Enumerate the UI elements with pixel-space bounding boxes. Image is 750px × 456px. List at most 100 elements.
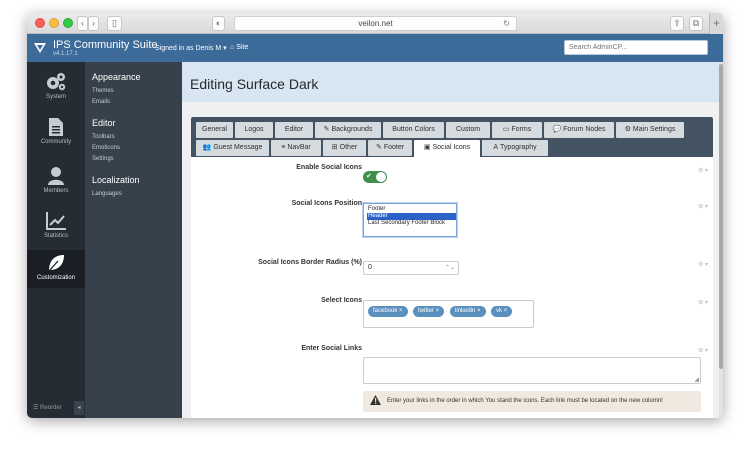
tag-twitter[interactable]: twitter × bbox=[413, 306, 445, 317]
main-content: Editing Surface Dark General Logos Edito… bbox=[182, 62, 723, 418]
ips-logo-icon bbox=[34, 43, 46, 53]
social-icons-panel: Enable Social Icons ⚙ ▾ ✔ Social Icons P… bbox=[191, 157, 713, 418]
sidebar-item-community[interactable]: Community bbox=[27, 117, 85, 157]
browser-titlebar: ‹ › ▯ ◐ veilon.net ↻ ⇪ ⧉ + bbox=[27, 13, 723, 34]
setting-gear-icon[interactable]: ⚙ ▾ bbox=[698, 167, 708, 174]
back-button[interactable]: ‹ bbox=[77, 16, 88, 31]
sidebar-item-members[interactable]: Members bbox=[27, 166, 85, 206]
secondary-menu: Appearance Themes Emails Editor Toolbars… bbox=[85, 62, 182, 418]
reload-icon[interactable]: ↻ bbox=[503, 17, 510, 30]
social-icons-position-select[interactable]: Footer Header Last Secondary Footer Bloc… bbox=[363, 203, 457, 237]
page-header: Editing Surface Dark bbox=[182, 62, 723, 102]
setting-gear-icon[interactable]: ⚙ ▾ bbox=[698, 299, 708, 306]
tab-navbar[interactable]: ≡ NavBar bbox=[271, 140, 321, 156]
page-title: Editing Surface Dark bbox=[190, 76, 319, 92]
theme-settings-tabs: General Logos Editor ✎ Backgrounds Button… bbox=[191, 117, 713, 158]
tag-facebook[interactable]: facebook × bbox=[368, 306, 408, 317]
tag-vk[interactable]: vk × bbox=[491, 306, 513, 317]
social-links-textarea[interactable]: ◢ bbox=[363, 357, 701, 384]
signed-in-menu[interactable]: Signed in as Denis M ▾ bbox=[155, 44, 227, 52]
brand-name: IPS Community Suite bbox=[53, 39, 158, 51]
position-option-header[interactable]: Header bbox=[367, 213, 456, 220]
tab-logos[interactable]: Logos bbox=[235, 122, 273, 138]
enable-social-icons-label: Enable Social Icons bbox=[296, 164, 362, 171]
gears-icon bbox=[47, 73, 66, 91]
border-radius-label: Social Icons Border Radius (%) bbox=[258, 259, 362, 266]
browser-window: ‹ › ▯ ◐ veilon.net ↻ ⇪ ⧉ + IPS Community… bbox=[27, 13, 723, 418]
url-text: veilon.net bbox=[358, 19, 393, 28]
instruction-message: Enter your links in the order in which Y… bbox=[363, 391, 701, 412]
chart-icon bbox=[46, 212, 66, 230]
position-option-footer[interactable]: Footer bbox=[367, 206, 456, 213]
menu-link-emoticons[interactable]: Emoticons bbox=[92, 145, 120, 151]
sidebar-item-statistics[interactable]: Statistics bbox=[27, 211, 85, 251]
tab-forms[interactable]: ▭ Forms bbox=[492, 122, 542, 138]
new-tab-icon[interactable]: + bbox=[709, 13, 723, 34]
address-bar[interactable]: veilon.net ↻ bbox=[234, 16, 517, 31]
tab-main-settings[interactable]: ⚙ Main Settings bbox=[616, 122, 684, 138]
select-icons-tag-input[interactable]: facebook × twitter × linkedin × vk × bbox=[363, 300, 534, 328]
sidebar-item-system[interactable]: System bbox=[27, 72, 85, 112]
privacy-icon[interactable]: ◐ bbox=[212, 16, 225, 31]
tab-other[interactable]: ⊞ Other bbox=[323, 140, 366, 156]
resize-handle-icon[interactable]: ◢ bbox=[694, 376, 699, 383]
menu-heading-appearance: Appearance bbox=[92, 72, 141, 82]
tab-footer[interactable]: ✎ Footer bbox=[368, 140, 412, 156]
setting-gear-icon[interactable]: ⚙ ▾ bbox=[698, 347, 708, 354]
sidebar-item-customization[interactable]: Customization bbox=[27, 250, 85, 288]
zoom-window-button[interactable] bbox=[63, 18, 73, 28]
tab-typography[interactable]: A Typography bbox=[482, 140, 548, 156]
setting-gear-icon[interactable]: ⚙ ▾ bbox=[698, 261, 708, 268]
document-icon bbox=[49, 118, 63, 136]
menu-link-settings[interactable]: Settings bbox=[92, 156, 114, 162]
minimize-window-button[interactable] bbox=[49, 18, 59, 28]
enable-social-icons-toggle[interactable]: ✔ bbox=[363, 171, 387, 183]
share-icon[interactable]: ⇪ bbox=[670, 16, 684, 31]
tag-linkedin[interactable]: linkedin × bbox=[450, 306, 486, 317]
setting-gear-icon[interactable]: ⚙ ▾ bbox=[698, 203, 708, 210]
page-scrollbar[interactable] bbox=[719, 62, 723, 418]
version-label: v4.1.17.1 bbox=[53, 51, 78, 57]
toggle-knob bbox=[376, 172, 386, 182]
menu-link-languages[interactable]: Languages bbox=[92, 191, 122, 197]
tab-button-colors[interactable]: Button Colors bbox=[383, 122, 444, 138]
position-option-last-secondary-footer[interactable]: Last Secondary Footer Block bbox=[367, 220, 456, 227]
pencil-icon: ✎ bbox=[375, 144, 382, 151]
menu-link-emails[interactable]: Emails bbox=[92, 99, 110, 105]
tab-editor[interactable]: Editor bbox=[275, 122, 313, 138]
tabs-overview-icon[interactable]: ⧉ bbox=[689, 16, 703, 31]
tab-social-icons[interactable]: ▣ Social Icons bbox=[414, 140, 480, 158]
menu-link-themes[interactable]: Themes bbox=[92, 88, 114, 94]
user-icon bbox=[48, 167, 64, 185]
close-window-button[interactable] bbox=[35, 18, 45, 28]
tab-backgrounds[interactable]: ✎ Backgrounds bbox=[315, 122, 381, 138]
scrollbar-thumb[interactable] bbox=[719, 64, 723, 369]
stepper-icon[interactable]: ⌃⌄ bbox=[445, 262, 455, 274]
border-radius-input[interactable]: 0 ⌃⌄ bbox=[363, 261, 459, 275]
gear-icon: ⚙ bbox=[624, 126, 631, 133]
social-links-label: Enter Social Links bbox=[301, 345, 362, 352]
social-icons-position-label: Social Icons Position bbox=[291, 200, 362, 207]
form-icon: ▭ bbox=[502, 126, 510, 133]
font-icon: A bbox=[493, 144, 499, 151]
social-square-icon: ▣ bbox=[423, 144, 431, 151]
collapse-sidebar-button[interactable]: ◂ bbox=[74, 401, 84, 415]
tab-guest-message[interactable]: 👥 Guest Message bbox=[196, 140, 269, 156]
plus-square-icon: ⊞ bbox=[331, 144, 338, 151]
reorder-link[interactable]: ☰ Reorder bbox=[33, 404, 62, 411]
instruction-text: Enter your links in the order in which Y… bbox=[387, 398, 663, 404]
admincp-search-input[interactable] bbox=[564, 40, 708, 55]
site-link[interactable]: ⌂ Site bbox=[230, 44, 248, 51]
tab-forum-nodes[interactable]: 💬 Forum Nodes bbox=[544, 122, 614, 138]
comments-icon: 💬 bbox=[552, 126, 562, 133]
tab-custom[interactable]: Custom bbox=[446, 122, 490, 138]
tab-general[interactable]: General bbox=[196, 122, 233, 138]
menu-heading-editor: Editor bbox=[92, 118, 116, 128]
sidebar-toggle-icon[interactable]: ▯ bbox=[107, 16, 122, 31]
leaf-icon bbox=[48, 255, 64, 272]
warning-icon bbox=[370, 395, 381, 405]
select-icons-label: Select Icons bbox=[321, 297, 362, 304]
bars-icon: ≡ bbox=[281, 144, 286, 151]
forward-button[interactable]: › bbox=[88, 16, 99, 31]
menu-link-toolbars[interactable]: Toolbars bbox=[92, 134, 115, 140]
